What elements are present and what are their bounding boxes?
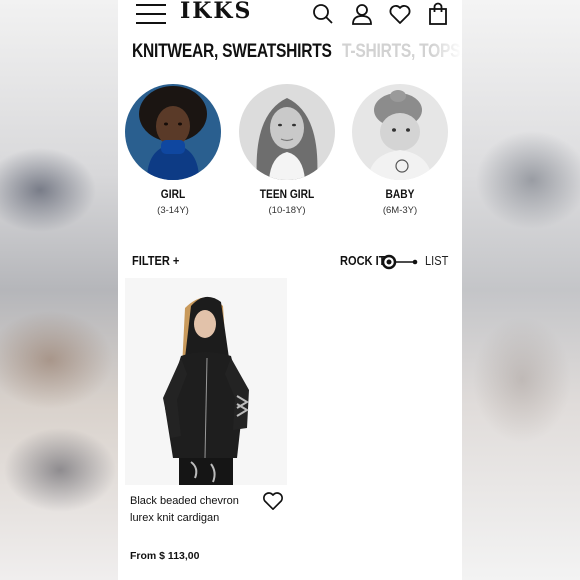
age-group-range: (10-18Y) bbox=[268, 205, 306, 216]
background-blur-left bbox=[0, 0, 118, 580]
age-group-label: GIRL bbox=[160, 187, 186, 201]
list-view-label[interactable]: LIST bbox=[425, 253, 448, 268]
age-group-teen-girl[interactable]: TEEN GIRL (10-18Y) bbox=[239, 84, 335, 216]
product-price: From $ 113,00 bbox=[130, 550, 199, 562]
age-group-baby[interactable]: BABY (6M-3Y) bbox=[352, 84, 448, 216]
view-toggle[interactable] bbox=[381, 254, 419, 270]
age-group-label: BABY bbox=[385, 187, 415, 201]
product-name[interactable]: Black beaded chevron lurex knit cardigan bbox=[130, 493, 250, 527]
mobile-page: IKKS KNITWEAR, SWEATSHIRTS T-SHIRTS, TOP… bbox=[118, 0, 462, 580]
category-tabs: KNITWEAR, SWEATSHIRTS T-SHIRTS, TOPS, B bbox=[132, 41, 462, 67]
product-image[interactable] bbox=[125, 278, 287, 485]
girl-photo[interactable] bbox=[125, 84, 221, 180]
age-group-range: (3-14Y) bbox=[157, 205, 189, 216]
baby-photo[interactable] bbox=[352, 84, 448, 180]
bag-icon[interactable] bbox=[426, 2, 450, 26]
price-prefix: From bbox=[130, 550, 157, 562]
filter-button[interactable]: FILTER + bbox=[132, 253, 179, 268]
account-icon[interactable] bbox=[350, 2, 374, 26]
tab-knitwear-sweatshirts[interactable]: KNITWEAR, SWEATSHIRTS bbox=[132, 41, 332, 63]
add-to-wishlist-icon[interactable] bbox=[262, 491, 284, 511]
age-group-range: (6M-3Y) bbox=[382, 205, 418, 216]
background-blur-right bbox=[462, 0, 580, 580]
search-icon[interactable] bbox=[311, 2, 335, 26]
age-group-label: TEEN GIRL bbox=[259, 187, 315, 201]
menu-icon[interactable] bbox=[136, 4, 166, 24]
site-header: IKKS bbox=[118, 0, 462, 30]
brand-logo[interactable]: IKKS bbox=[180, 0, 252, 24]
tabs-fade bbox=[432, 38, 462, 70]
age-group-girl[interactable]: GIRL (3-14Y) bbox=[125, 84, 221, 216]
heart-icon[interactable] bbox=[388, 2, 412, 26]
price-amount: $ 113,00 bbox=[159, 550, 200, 562]
teen-girl-photo[interactable] bbox=[239, 84, 335, 180]
